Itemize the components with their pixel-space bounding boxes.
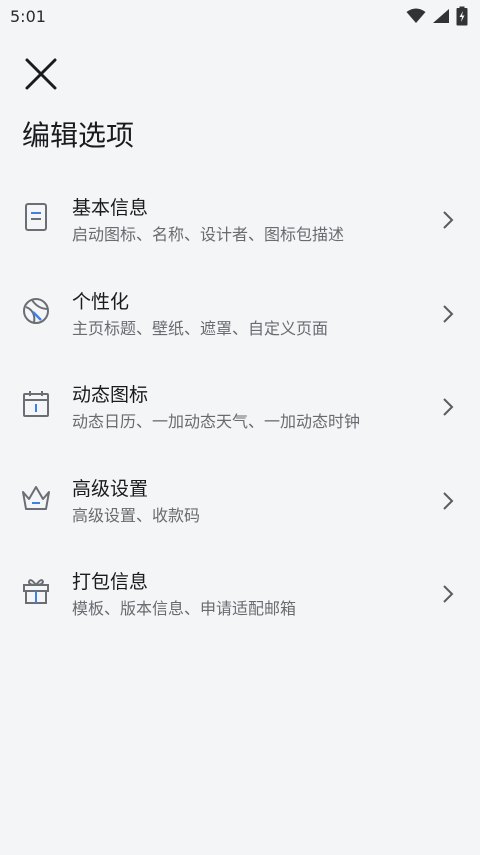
chevron-right-icon	[443, 304, 454, 323]
gift-icon	[18, 573, 54, 609]
menu-item-subtitle: 启动图标、名称、设计者、图标包描述	[72, 225, 345, 244]
menu-item-basic-info[interactable]: 基本信息 启动图标、名称、设计者、图标包描述	[0, 174, 480, 268]
menu-item-dynamic-icons[interactable]: 动态图标 动态日历、一加动态天气、一加动态时钟	[0, 361, 480, 455]
chevron-right-icon	[443, 491, 454, 510]
menu-item-title: 个性化	[72, 290, 130, 313]
chevron-right-icon	[443, 211, 454, 229]
close-button[interactable]	[16, 52, 66, 96]
menu-item-package-info[interactable]: 打包信息 模板、版本信息、申请适配邮箱	[0, 548, 480, 642]
close-icon	[25, 58, 57, 90]
wifi-icon	[406, 8, 426, 23]
chevron-right-icon	[443, 398, 454, 416]
palette-icon	[18, 293, 54, 329]
menu-item-subtitle: 模板、版本信息、申请适配邮箱	[72, 599, 297, 618]
menu-item-title: 基本信息	[72, 197, 149, 219]
crown-icon	[18, 480, 54, 516]
menu-item-title: 动态图标	[72, 384, 149, 406]
page-title: 编辑选项	[22, 119, 135, 152]
options-menu: 基本信息 启动图标、名称、设计者、图标包描述 个性化 主页标题、壁纸、遮罩、自定…	[0, 174, 480, 642]
calendar-icon	[18, 386, 54, 422]
status-icons	[406, 6, 468, 26]
status-bar: 5:01	[0, 0, 480, 32]
signal-icon	[433, 9, 449, 23]
menu-item-subtitle: 高级设置、收款码	[72, 505, 201, 525]
menu-item-title: 高级设置	[72, 477, 149, 500]
document-icon	[18, 199, 54, 235]
menu-item-personalization[interactable]: 个性化 主页标题、壁纸、遮罩、自定义页面	[0, 268, 480, 362]
menu-item-subtitle: 主页标题、壁纸、遮罩、自定义页面	[72, 318, 329, 338]
menu-item-title: 打包信息	[72, 571, 149, 593]
menu-item-subtitle: 动态日历、一加动态天气、一加动态时钟	[72, 412, 361, 431]
menu-item-advanced-settings[interactable]: 高级设置 高级设置、收款码	[0, 455, 480, 549]
chevron-right-icon	[443, 585, 454, 603]
battery-icon	[456, 6, 468, 26]
status-time: 5:01	[10, 6, 46, 26]
